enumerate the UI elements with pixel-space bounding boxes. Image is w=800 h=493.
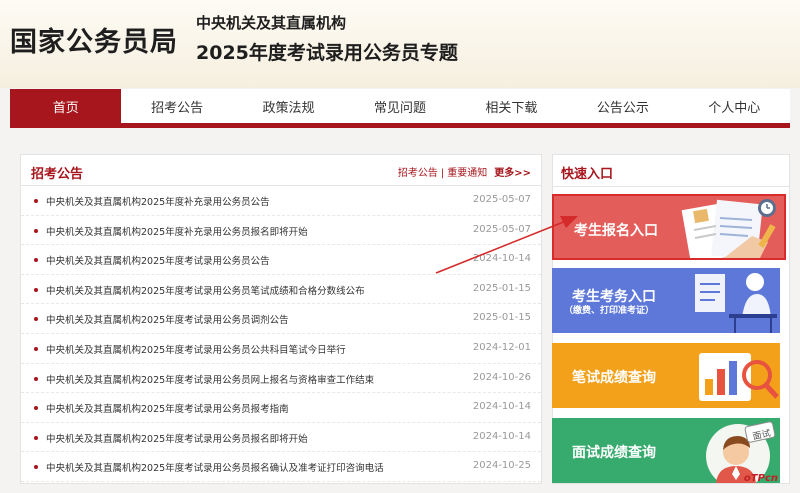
nav-item-notices[interactable]: 公告公示 [567,89,678,123]
nav-item-policies[interactable]: 政策法规 [233,89,344,123]
announcement-date: 2024-10-25 [472,460,531,472]
list-item: 中央机关及其直属机构2025年度考试录用公务员报名确认及准考证打印咨询电话 202… [21,452,541,482]
register-entry-label: 考生报名入口 [574,223,658,239]
written-score-query-button[interactable]: 笔试成绩查询 [552,343,780,408]
list-item: 中央机关及其直属机构2025年度补充录用公务员报名即将开始 2025-05-07 [21,216,541,246]
announcement-date: 2024-10-14 [472,401,531,413]
announcement-link[interactable]: 中央机关及其直属机构2025年度考试录用公务员公告 [46,253,270,267]
bullet-icon [34,258,38,263]
site-title[interactable]: 国家公务员局 [10,20,178,59]
announcement-date: 2025-05-07 [472,194,531,205]
bullet-icon [34,317,38,322]
announcements-panel: 招考公告 招考公告 | 重要通知 更多>> 中央机关及其直属机构2025年度补充录用公… [20,154,542,484]
announcement-link[interactable]: 中央机关及其直属机构2025年度考试录用公务员笔试成绩和合格分数线公布 [46,283,365,297]
bullet-icon [34,228,38,233]
list-item: 中央机关及其直属机构2025年度考试录用公务员公共科目笔试今日举行 2024-12… [21,334,541,364]
interview-score-label: 面试成绩查询 [572,445,656,461]
list-item: 中央机关及其直属机构2025年度考试录用公务员笔试成绩和合格分数线公布 2025-… [21,275,541,305]
nav-item-downloads[interactable]: 相关下载 [456,89,567,123]
bullet-icon [34,199,38,203]
more-link[interactable]: 更多>> [494,168,531,179]
list-item: 中央机关及其直属机构2025年度考试录用公务员公告 2024-10-14 [21,245,541,275]
subtitle-line1: 中央机关及其直属机构 [196,14,347,32]
announcement-link[interactable]: 中央机关及其直属机构2025年度补充录用公务员公告 [46,194,270,208]
announcement-date: 2025-05-07 [472,223,531,235]
announcements-title: 招考公告 [31,167,84,182]
main-nav: 首页 招考公告 政策法规 常见问题 相关下载 公告公示 个人中心 [10,89,790,128]
announcements-links: 招考公告 | 重要通知 更多>> [398,164,531,179]
announcement-link[interactable]: 中央机关及其直属机构2025年度考试录用公务员公共科目笔试今日举行 [46,342,346,356]
written-score-label: 笔试成绩查询 [572,370,656,386]
list-item: 中央机关及其直属机构2025年度考试录用公务员调剂公告 2025-01-15 [21,304,541,334]
announcement-link[interactable]: 中央机关及其直属机构2025年度考试录用公务员报名确认及准考证打印咨询电话 [46,460,384,474]
nav-item-faq[interactable]: 常见问题 [344,89,455,123]
watermark: oTPcn [743,473,778,484]
announcement-link[interactable]: 中央机关及其直属机构2025年度考试录用公务员调剂公告 [46,312,289,326]
announcements-header: 招考公告 招考公告 | 重要通知 更多>> [21,155,541,186]
announcement-date: 2025-01-15 [472,282,531,294]
nav-item-personal-center[interactable]: 个人中心 [679,89,790,123]
announcement-date: 2024-10-14 [472,430,531,442]
divider [553,186,789,187]
score-chart-icon [699,353,779,401]
link-announcements[interactable]: 招考公告 [398,168,438,179]
announcement-date: 2025-01-15 [472,312,531,324]
list-item: 中央机关及其直属机构2025年度考试录用公务员报考指南 2024-10-14 [21,393,541,423]
bullet-icon [34,465,38,470]
subtitle-line2: 2025年度考试录用公务员专题 [196,42,458,64]
announcement-link[interactable]: 中央机关及其直属机构2025年度考试录用公务员报考指南 [46,401,289,415]
link-separator: | [440,168,445,179]
announcement-list: 中央机关及其直属机构2025年度补充录用公务员公告 2025-05-07 中央机关… [21,186,541,482]
announcement-link[interactable]: 中央机关及其直属机构2025年度考试录用公务员网上报名与资格审查工作结束 [46,372,374,386]
bullet-icon [34,376,38,381]
site-header: 国家公务员局 中央机关及其直属机构 2025年度考试录用公务员专题 [0,0,800,88]
announcement-date: 2024-12-01 [472,341,531,353]
announcement-date: 2024-10-14 [472,253,531,265]
link-important-notices[interactable]: 重要通知 [447,168,487,179]
list-item: 中央机关及其直属机构2025年度考试录用公务员报名即将开始 2024-10-14 [21,423,541,453]
nav-item-announcements[interactable]: 招考公告 [121,89,232,123]
registration-form-icon [681,199,776,258]
bullet-icon [34,346,38,351]
exam-desk-icon [695,273,777,333]
nav-item-home[interactable]: 首页 [10,89,122,123]
bullet-icon [34,287,38,292]
bullet-icon [34,406,38,411]
register-entry-button[interactable]: 考生报名入口 [552,194,786,260]
quick-entry-title: 快速入口 [561,167,614,182]
exam-affairs-sublabel: （缴费、打印准考证） [564,306,655,316]
exam-affairs-entry-button[interactable]: 考生考务入口 （缴费、打印准考证） [552,268,780,333]
announcement-link[interactable]: 中央机关及其直属机构2025年度考试录用公务员报名即将开始 [46,431,308,445]
bullet-icon [34,435,38,440]
list-item: 中央机关及其直属机构2025年度考试录用公务员网上报名与资格审查工作结束 2024… [21,364,541,394]
list-item: 中央机关及其直属机构2025年度补充录用公务员公告 2025-05-07 [21,186,541,216]
announcement-link[interactable]: 中央机关及其直属机构2025年度补充录用公务员报名即将开始 [46,224,308,238]
announcement-date: 2024-10-26 [472,371,531,383]
